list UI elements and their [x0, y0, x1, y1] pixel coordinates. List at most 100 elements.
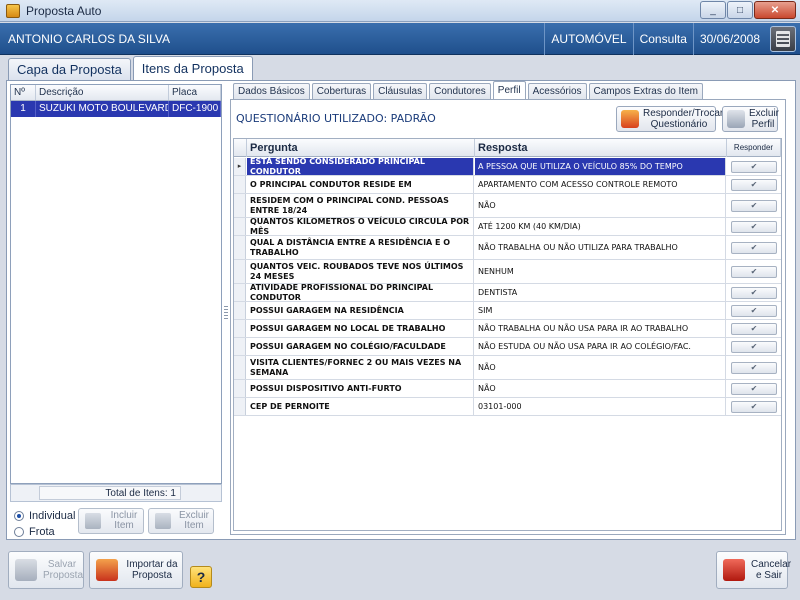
tab-capa-da-proposta[interactable]: Capa da Proposta [8, 58, 131, 80]
responder-cell: ✔ [727, 218, 781, 235]
inner-tabs: Dados Básicos Coberturas Cláusulas Condu… [233, 81, 705, 99]
row-selector[interactable] [234, 194, 246, 217]
tab-campos-extras[interactable]: Campos Extras do Item [588, 83, 703, 99]
table-row[interactable]: ▸ ESTÁ SENDO CONSIDERADO PRINCIPAL CONDUT… [234, 157, 781, 176]
table-row[interactable]: POSSUI GARAGEM NO LOCAL DE TRABALHO NÃO T… [234, 320, 781, 338]
column-header-responder[interactable]: Responder [727, 139, 781, 157]
splitter-handle[interactable] [224, 306, 228, 320]
excluir-item-label: Excluir Item [178, 510, 209, 531]
table-row[interactable]: QUANTOS VEIC. ROUBADOS TEVE NOS ÚLTIMOS … [234, 260, 781, 284]
column-header-numero[interactable]: Nº [11, 85, 36, 100]
importar-proposta-label: Importar da Proposta [126, 559, 178, 581]
table-row[interactable]: VISITA CLIENTES/FORNEC 2 OU MAIS VEZES N… [234, 356, 781, 380]
column-header-descricao[interactable]: Descrição [36, 85, 169, 100]
responder-check-button[interactable]: ✔ [731, 286, 777, 299]
tab-dados-basicos[interactable]: Dados Básicos [233, 83, 310, 99]
table-row[interactable]: POSSUI DISPOSITIVO ANTI-FURTO NÃO ✔ [234, 380, 781, 398]
maximize-button[interactable]: □ [727, 1, 753, 19]
items-total-bar: Total de Itens: 1 [10, 484, 222, 502]
tab-clausulas[interactable]: Cláusulas [373, 83, 428, 99]
responder-check-button[interactable]: ✔ [731, 199, 777, 212]
table-row[interactable]: QUAL A DISTÂNCIA ENTRE A RESIDÊNCIA E O … [234, 236, 781, 260]
column-header-pergunta[interactable]: Pergunta [247, 139, 475, 157]
table-row[interactable]: CEP DE PERNOITE 03101-000 ✔ [234, 398, 781, 416]
responder-cell: ✔ [727, 320, 781, 337]
row-selector[interactable] [234, 284, 246, 301]
table-row[interactable]: ATIVIDADE PROFISSIONAL DO PRINCIPAL COND… [234, 283, 781, 302]
excluir-perfil-button[interactable]: Excluir Perfil [722, 106, 780, 132]
responder-cell: ✔ [727, 302, 781, 319]
pergunta-cell: O PRINCIPAL CONDUTOR RESIDE EM [247, 176, 474, 193]
resposta-cell: SIM [475, 302, 726, 319]
pergunta-cell: ESTÁ SENDO CONSIDERADO PRINCIPAL CONDUTO… [247, 157, 474, 176]
responder-trocar-button[interactable]: Responder/Trocar Questionário [616, 106, 723, 132]
excluir-item-button[interactable]: Excluir Item [148, 508, 214, 534]
items-grid-header: Nº Descrição Placa [11, 85, 221, 101]
row-selector[interactable]: ▸ [234, 158, 246, 175]
calculator-icon[interactable] [770, 26, 796, 52]
tab-condutores[interactable]: Condutores [429, 83, 491, 99]
responder-check-button[interactable]: ✔ [731, 322, 777, 335]
close-button[interactable]: ✕ [754, 1, 796, 19]
cancelar-sair-button[interactable]: Cancelar e Sair [716, 551, 791, 589]
responder-check-button[interactable]: ✔ [731, 178, 777, 191]
row-selector[interactable] [234, 260, 246, 283]
responder-check-button[interactable]: ✔ [731, 220, 777, 233]
resposta-cell: NÃO [475, 194, 726, 217]
incluir-item-button[interactable]: Incluir Item [78, 508, 144, 534]
incluir-item-label: Incluir Item [110, 510, 138, 531]
responder-cell: ✔ [727, 236, 781, 259]
resposta-cell: NÃO TRABALHA OU NÃO USA PARA IR AO TRABA… [475, 320, 726, 337]
responder-cell: ✔ [727, 176, 781, 193]
table-row[interactable]: QUANTOS KILOMETROS O VEÍCULO CIRCULA POR… [234, 217, 781, 236]
row-selector[interactable] [234, 320, 246, 337]
responder-check-button[interactable]: ✔ [731, 361, 777, 374]
questionario-label: QUESTIONÁRIO UTILIZADO: PADRÃO [236, 112, 436, 125]
tab-itens-da-proposta[interactable]: Itens da Proposta [132, 56, 253, 80]
excluir-perfil-label: Excluir Perfil [749, 108, 780, 130]
row-selector[interactable] [234, 380, 246, 397]
column-header-placa[interactable]: Placa [169, 85, 221, 100]
tab-coberturas[interactable]: Coberturas [311, 83, 372, 99]
row-selector[interactable] [234, 302, 246, 319]
salvar-proposta-button[interactable]: Salvar Proposta [8, 551, 84, 589]
header-corner [234, 139, 247, 157]
tab-perfil[interactable]: Perfil [492, 81, 526, 99]
responder-check-button[interactable]: ✔ [731, 400, 777, 413]
row-selector[interactable] [234, 236, 246, 259]
radio-frota-label: Frota [29, 526, 55, 538]
responder-check-button[interactable]: ✔ [731, 304, 777, 317]
power-icon [723, 559, 745, 581]
radio-frota[interactable]: Frota [14, 524, 75, 540]
responder-check-button[interactable]: ✔ [731, 160, 777, 173]
help-icon[interactable]: ? [190, 566, 212, 588]
row-selector[interactable] [234, 218, 246, 235]
client-name: ANTONIO CARLOS DA SILVA [8, 31, 171, 46]
responder-check-button[interactable]: ✔ [731, 340, 777, 353]
items-grid: Nº Descrição Placa 1 SUZUKI MOTO BOULEVA… [10, 84, 222, 484]
row-selector[interactable] [234, 398, 246, 415]
responder-cell: ✔ [727, 380, 781, 397]
responder-cell: ✔ [727, 338, 781, 355]
importar-proposta-button[interactable]: Importar da Proposta [89, 551, 183, 589]
column-header-resposta[interactable]: Resposta [475, 139, 727, 157]
minimize-button[interactable]: _ [700, 1, 726, 19]
table-row[interactable]: POSSUI GARAGEM NA RESIDÊNCIA SIM ✔ [234, 302, 781, 320]
pergunta-cell: POSSUI GARAGEM NA RESIDÊNCIA [247, 302, 474, 319]
row-selector[interactable] [234, 356, 246, 379]
table-row[interactable]: 1 SUZUKI MOTO BOULEVARD C1500 DFC-1900 [11, 101, 221, 117]
row-selector[interactable] [234, 176, 246, 193]
row-selector[interactable] [234, 338, 246, 355]
pergunta-cell: POSSUI GARAGEM NO COLÉGIO/FACULDADE [247, 338, 474, 355]
responder-check-button[interactable]: ✔ [731, 265, 777, 278]
radio-individual[interactable]: Individual [14, 508, 75, 524]
responder-check-button[interactable]: ✔ [731, 382, 777, 395]
tab-acessorios[interactable]: Acessórios [527, 83, 587, 99]
responder-check-button[interactable]: ✔ [731, 241, 777, 254]
resposta-cell: NÃO ESTUDA OU NÃO USA PARA IR AO COLÉGIO… [475, 338, 726, 355]
date-label: 30/06/2008 [692, 23, 766, 55]
table-row[interactable]: RESIDEM COM O PRINCIPAL COND. PESSOAS EN… [234, 194, 781, 218]
table-row[interactable]: O PRINCIPAL CONDUTOR RESIDE EM APARTAMENT… [234, 176, 781, 194]
table-row[interactable]: POSSUI GARAGEM NO COLÉGIO/FACULDADE NÃO E… [234, 338, 781, 356]
responder-cell: ✔ [727, 158, 781, 175]
